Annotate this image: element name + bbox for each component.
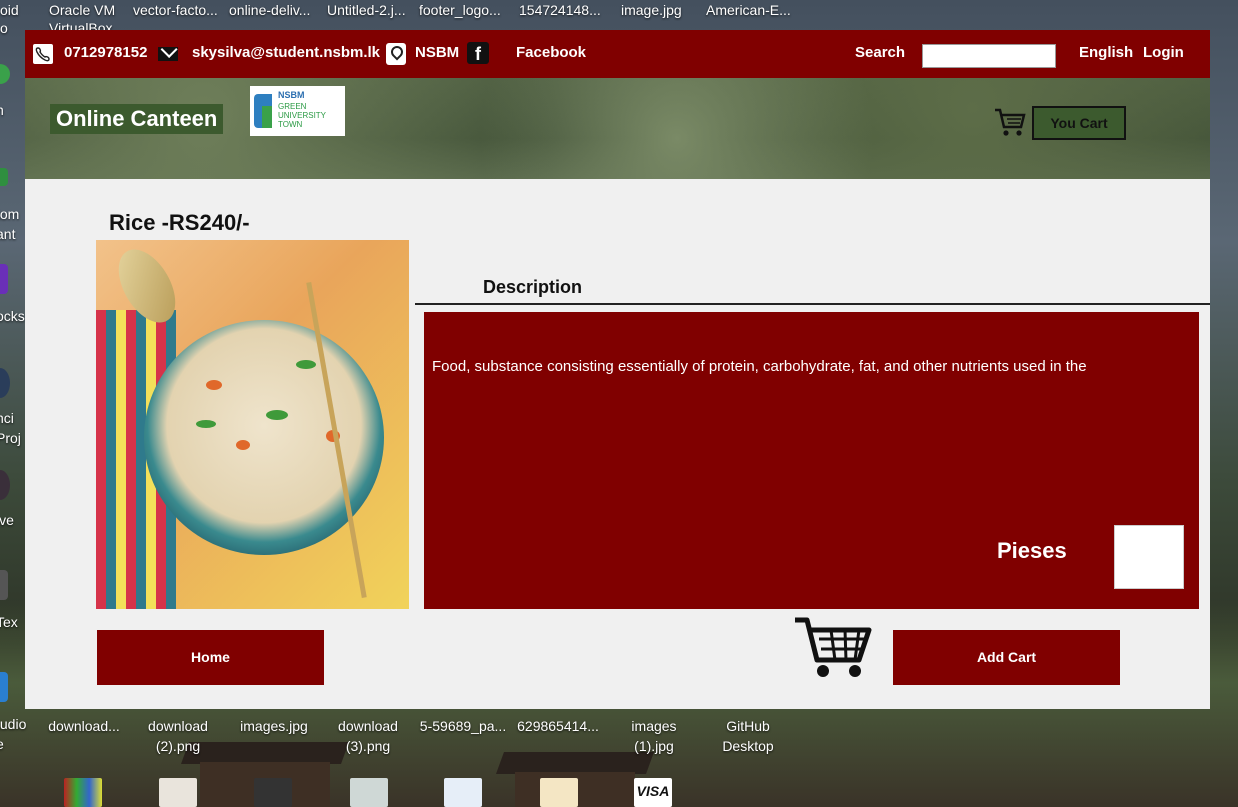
image-thumbnail[interactable] [350,778,388,807]
location-text: NSBM [415,44,460,61]
desktop-icon-label[interactable]: GitHub Desktop [708,716,788,756]
icon-label-line: (3).png [345,738,391,754]
add-cart-button[interactable]: Add Cart [893,630,1120,685]
desktop-icon-label[interactable]: Oracle VM [49,2,115,18]
image-detail [206,380,222,390]
logo-mark [262,106,272,128]
image-thumbnail[interactable] [159,778,197,807]
app-icon[interactable] [0,570,8,600]
desktop-icon-label[interactable]: 629865414... [513,716,603,736]
phone-icon [33,44,53,64]
logo-text: GREEN UNIVERSITY TOWN [278,102,326,129]
description-heading: Description [483,277,583,297]
home-button[interactable]: Home [97,630,324,685]
logo-text-line: GREEN [278,102,307,111]
image-thumbnail[interactable] [540,778,578,807]
desktop-icon-label[interactable]: tom [0,206,19,222]
description-panel: Food, substance consisting essentially o… [424,312,1199,609]
mail-icon [158,47,178,61]
desktop-icon-label[interactable]: Tex [0,614,18,630]
desktop-icon-label[interactable]: 154724148... [519,2,601,18]
description-text: Food, substance consisting essentially o… [432,358,1087,375]
icon-label-line: (2).png [155,738,201,754]
pieces-input[interactable] [1114,525,1184,589]
desktop-icon-label[interactable]: nci [0,410,14,426]
image-thumbnail[interactable] [254,778,292,807]
visa-icon[interactable]: VISA [634,778,672,807]
icon-label-line: download [148,718,208,734]
login-link[interactable]: Login [1143,44,1184,61]
location-pin-icon [386,43,406,65]
desktop-icon-label[interactable]: e [0,736,4,752]
shopping-cart-icon [793,614,875,680]
desktop-icon-label[interactable]: download... [44,716,124,736]
online-canteen-window: 0712978152 skysilva@student.nsbm.lk NSBM… [25,30,1210,709]
app-icon[interactable] [0,264,8,294]
desktop-icon-label[interactable]: tudio [0,716,26,732]
nsbm-logo: NSBM GREEN UNIVERSITY TOWN [250,86,345,136]
email-address: skysilva@student.nsbm.lk [192,44,381,61]
icon-label-line: (1).jpg [634,738,674,754]
your-cart-button[interactable]: You Cart [1032,106,1126,140]
desktop-icon-label[interactable]: vector-facto... [133,2,218,18]
brand-title: Online Canteen [50,104,224,134]
winrar-icon[interactable] [64,778,102,807]
search-label: Search [855,44,906,61]
logo-text: NSBM [278,90,305,100]
app-icon[interactable] [0,672,8,702]
phone-number: 0712978152 [64,44,148,61]
icon-label-line: 5-59689_pa... [419,718,507,734]
search-input[interactable] [922,44,1056,68]
desktop-icon-label[interactable]: image.jpg [621,2,682,18]
app-icon[interactable] [0,368,10,398]
image-detail [296,360,316,369]
desktop-icon-label[interactable]: Untitled-2.j... [327,2,406,18]
desktop-icon-label[interactable]: n [0,102,4,118]
icon-label-line: GitHub [726,718,770,734]
desktop-icon-label[interactable]: American-E... [706,2,791,18]
icon-label-line: download [338,718,398,734]
desktop-icon-label[interactable]: ive [0,512,14,528]
icon-label-line: images [631,718,677,734]
icon-label-line: 629865414... [517,718,599,734]
divider [415,303,1210,305]
desktop-top-icons: oid o Oracle VM VirtualBox vector-facto.… [0,0,1238,36]
top-bar: 0712978152 skysilva@student.nsbm.lk NSBM… [25,30,1210,78]
pieces-label: Pieses [997,538,1067,563]
product-title: Rice -RS240/- [109,210,250,235]
desktop-icon-label[interactable]: images (1).jpg [614,716,694,756]
shopping-cart-icon[interactable] [993,106,1027,138]
product-image [96,240,409,609]
desktop-icon-label[interactable]: download (3).png [328,716,408,756]
header-banner: Online Canteen NSBM GREEN UNIVERSITY TOW… [25,78,1210,179]
desktop-icon-label[interactable]: online-deliv... [229,2,310,18]
icon-label-line: images.jpg [240,718,308,734]
image-detail [266,410,288,420]
app-icon[interactable] [0,168,8,186]
image-thumbnail[interactable] [444,778,482,807]
desktop-icon-label[interactable]: images.jpg [234,716,314,736]
desktop-icon-label[interactable]: ant [0,226,15,242]
image-detail [236,440,250,450]
facebook-icon[interactable]: f [467,42,489,64]
facebook-link[interactable]: Facebook [516,44,586,61]
desktop-icon-label[interactable]: Proj [0,430,21,446]
app-icon[interactable] [0,470,10,500]
desktop-icon-label[interactable]: 5-59689_pa... [418,716,508,736]
image-detail [196,420,216,428]
app-icon[interactable] [0,64,10,84]
desktop-icon-label[interactable]: footer_logo... [419,2,501,18]
desktop-icon-label[interactable]: ocks [0,308,25,324]
language-link[interactable]: English [1079,44,1133,61]
logo-text-line: TOWN [278,120,303,129]
desktop-icon-label[interactable]: download (2).png [138,716,218,756]
logo-text-line: UNIVERSITY [278,111,327,120]
desktop-left-icons: n tom ant ocks nci Proj ive Tex tudio e [0,0,26,807]
icon-label-line: Desktop [722,738,774,754]
icon-label-line: download... [48,718,120,734]
